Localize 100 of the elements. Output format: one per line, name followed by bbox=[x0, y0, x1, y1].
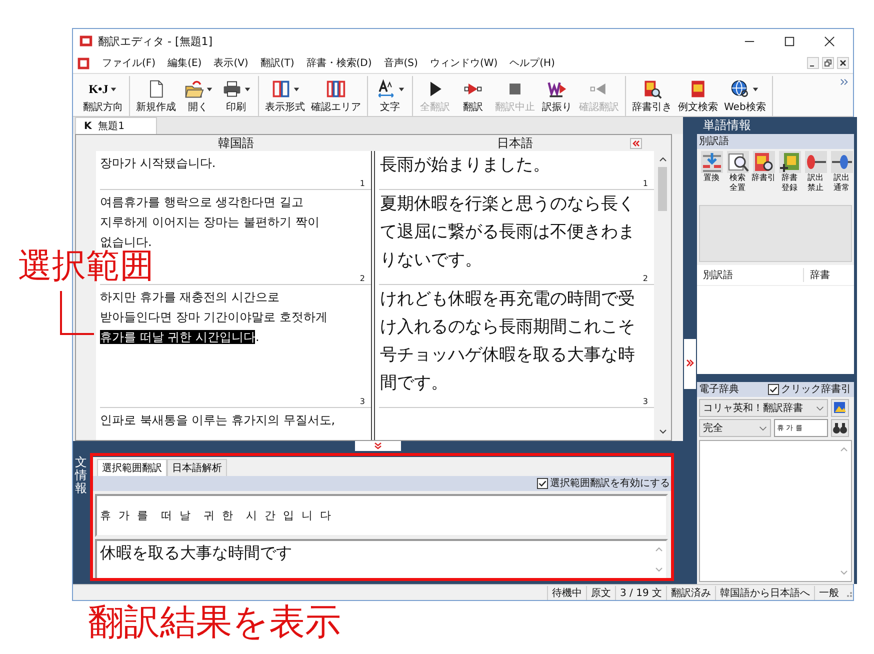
toolbar-button[interactable]: 翻訳 bbox=[454, 76, 492, 116]
chevron-down-icon[interactable] bbox=[355, 441, 401, 451]
globe-icon bbox=[730, 79, 750, 99]
chevron-up-icon[interactable] bbox=[658, 155, 668, 163]
document-icon bbox=[77, 56, 90, 70]
columns-icon bbox=[270, 79, 290, 99]
document-tab[interactable]: K 無題1 bbox=[75, 117, 157, 134]
translated-sentence[interactable]: けれども休暇を再充電の時間で受け入れるのなら長雨期間これこそ号チョッハゲ休暇を取る大事な時間です。 bbox=[380, 285, 650, 397]
column-heading: 別訳語 bbox=[697, 268, 804, 282]
three-columns-icon bbox=[326, 79, 346, 99]
caret-icon[interactable] bbox=[206, 86, 212, 92]
caret-icon[interactable] bbox=[244, 86, 250, 92]
chevron-down-icon[interactable] bbox=[658, 428, 668, 436]
status-field: 韓国語から日本語へ bbox=[715, 586, 814, 600]
tool-button[interactable]: 置換 bbox=[699, 151, 724, 205]
language-pair-glyph: K•J bbox=[88, 82, 108, 96]
checkbox-label[interactable]: クリック辞書引 bbox=[781, 382, 851, 397]
source-sentence-line[interactable]: 장마가 시작됐습니다. bbox=[100, 153, 371, 173]
section-title: 別訳語 bbox=[697, 134, 854, 149]
tool-button[interactable]: 訳出 禁止 bbox=[803, 151, 828, 205]
toolbar-button[interactable]: 表示形式 bbox=[262, 76, 308, 116]
toolbar-button[interactable]: 新規作成 bbox=[133, 76, 179, 116]
book-plus-icon bbox=[778, 151, 800, 173]
status-field: 待機中 bbox=[547, 586, 586, 600]
window-title: 翻訳エディタ - [無題1] bbox=[98, 34, 213, 48]
picture-icon[interactable] bbox=[831, 399, 849, 417]
translated-sentence[interactable]: 夏期休暇を行楽と思うのなら長くて退屈に繋がる長雨は不便きわまりないです。 bbox=[380, 190, 650, 274]
menu-item[interactable]: 表示(V) bbox=[208, 56, 254, 70]
source-sentence-line[interactable]: 휴가를 떠날 귀한 시간입니다. bbox=[100, 327, 371, 347]
minimize-icon[interactable] bbox=[807, 57, 819, 69]
status-field: 一般 bbox=[814, 586, 843, 600]
app-icon bbox=[79, 34, 93, 48]
checkbox[interactable] bbox=[537, 478, 548, 489]
toolbar-button[interactable]: 例文検索 bbox=[675, 76, 721, 116]
dictionary-dropdown[interactable]: コリャ英和！翻訳辞書 bbox=[699, 399, 828, 417]
book-magnifier-icon bbox=[642, 79, 662, 99]
caret-icon[interactable] bbox=[110, 86, 118, 92]
source-text-box[interactable]: 휴 가 를 떠 날 귀 한 시 간 입 니 다 bbox=[95, 494, 668, 538]
toolbar-button[interactable]: K•J 翻訳方向 bbox=[80, 76, 126, 116]
pin-icon bbox=[804, 151, 826, 173]
scroll-thumb[interactable] bbox=[658, 167, 667, 211]
menu-item[interactable]: 編集(E) bbox=[162, 56, 208, 70]
tool-button[interactable]: 辞書引 bbox=[751, 151, 776, 205]
menu-item[interactable]: ヘルプ(H) bbox=[504, 56, 561, 70]
panel-tab[interactable]: 選択範囲翻訳 bbox=[97, 459, 167, 476]
toolbar-button[interactable]: 辞書引き bbox=[629, 76, 675, 116]
restore-icon[interactable] bbox=[822, 57, 834, 69]
book-magnifier-icon bbox=[752, 151, 774, 173]
status-field: 3 / 19 文 bbox=[615, 586, 666, 600]
chevron-right-icon[interactable] bbox=[840, 78, 849, 86]
folder-icon bbox=[184, 79, 204, 99]
toolbar-button[interactable]: Web検索 bbox=[721, 76, 769, 116]
menu-item[interactable]: 音声(S) bbox=[378, 56, 424, 70]
binoculars-icon[interactable] bbox=[831, 419, 849, 437]
tool-button[interactable]: 検索 全置 bbox=[725, 151, 750, 205]
column-heading: 辞書 bbox=[809, 268, 830, 282]
menu-item[interactable]: 辞書・検索(D) bbox=[300, 56, 378, 70]
source-sentence-line[interactable]: 받아들인다면 장마 기간이야말로 호젓하게 bbox=[100, 307, 371, 327]
result-text: 休暇を取る大事な時間です bbox=[100, 542, 292, 564]
column-heading: 日本語 bbox=[497, 134, 533, 152]
close-icon[interactable] bbox=[824, 36, 835, 46]
source-text: 휴 가 를 떠 날 귀 한 시 간 입 니 다 bbox=[100, 508, 333, 524]
checkbox-label[interactable]: 選択範囲翻訳を有効にする bbox=[550, 476, 670, 490]
panel-title: 単語情報 bbox=[702, 117, 752, 134]
menu-item[interactable]: ファイル(F) bbox=[96, 56, 162, 70]
panel-tab[interactable]: 日本語解析 bbox=[167, 459, 227, 476]
toolbar-button[interactable]: 開く bbox=[179, 76, 217, 116]
section-title: 電子辞典 bbox=[699, 382, 739, 397]
tool-button[interactable]: 辞書 登録 bbox=[777, 151, 802, 205]
menu-item[interactable]: 翻訳(T) bbox=[254, 56, 300, 70]
text-size-icon bbox=[376, 79, 396, 99]
chevron-right-icon[interactable] bbox=[684, 339, 696, 389]
checkbox[interactable] bbox=[768, 384, 779, 395]
printer-icon bbox=[222, 79, 242, 99]
translated-sentence[interactable]: 長雨が始まりました。 bbox=[380, 151, 650, 179]
segment-number: 3 bbox=[360, 397, 365, 406]
caret-icon[interactable] bbox=[398, 86, 404, 92]
toolbar-button[interactable]: 印刷 bbox=[217, 76, 255, 116]
caret-icon[interactable] bbox=[292, 86, 300, 92]
magnifier-icon bbox=[726, 151, 748, 173]
match-dropdown[interactable]: 完全 bbox=[699, 419, 771, 437]
segment-number: 1 bbox=[642, 179, 648, 188]
toolbar-button[interactable]: 文字 bbox=[371, 76, 409, 116]
source-sentence-line[interactable]: 여름휴가를 행락으로 생각한다면 길고 bbox=[100, 192, 371, 212]
callout-label: 翻訳結果を表示 bbox=[88, 603, 341, 643]
toolbar-button[interactable]: 確認エリア bbox=[308, 76, 364, 116]
collapse-icon[interactable] bbox=[630, 138, 642, 148]
source-sentence-line[interactable]: 지루하게 이어지는 장마는 불편하기 짝이 bbox=[100, 212, 371, 232]
menu-item[interactable]: ウィンドウ(W) bbox=[424, 56, 504, 70]
tool-button[interactable]: 訳出 通常 bbox=[829, 151, 854, 205]
source-sentence-line[interactable]: 하지만 휴가를 재충전의 시간으로 bbox=[100, 287, 371, 307]
toolbar-button[interactable]: 訳振り bbox=[538, 76, 576, 116]
caret-icon[interactable] bbox=[752, 86, 760, 92]
maximize-icon[interactable] bbox=[784, 36, 795, 46]
segment-number: 3 bbox=[642, 397, 648, 406]
side-label: 文情報 bbox=[75, 454, 88, 498]
leader-line bbox=[60, 291, 94, 335]
segment-number: 1 bbox=[360, 179, 365, 188]
column-heading: 韓国語 bbox=[217, 134, 255, 152]
status-field: 翻訳済み bbox=[666, 586, 715, 600]
